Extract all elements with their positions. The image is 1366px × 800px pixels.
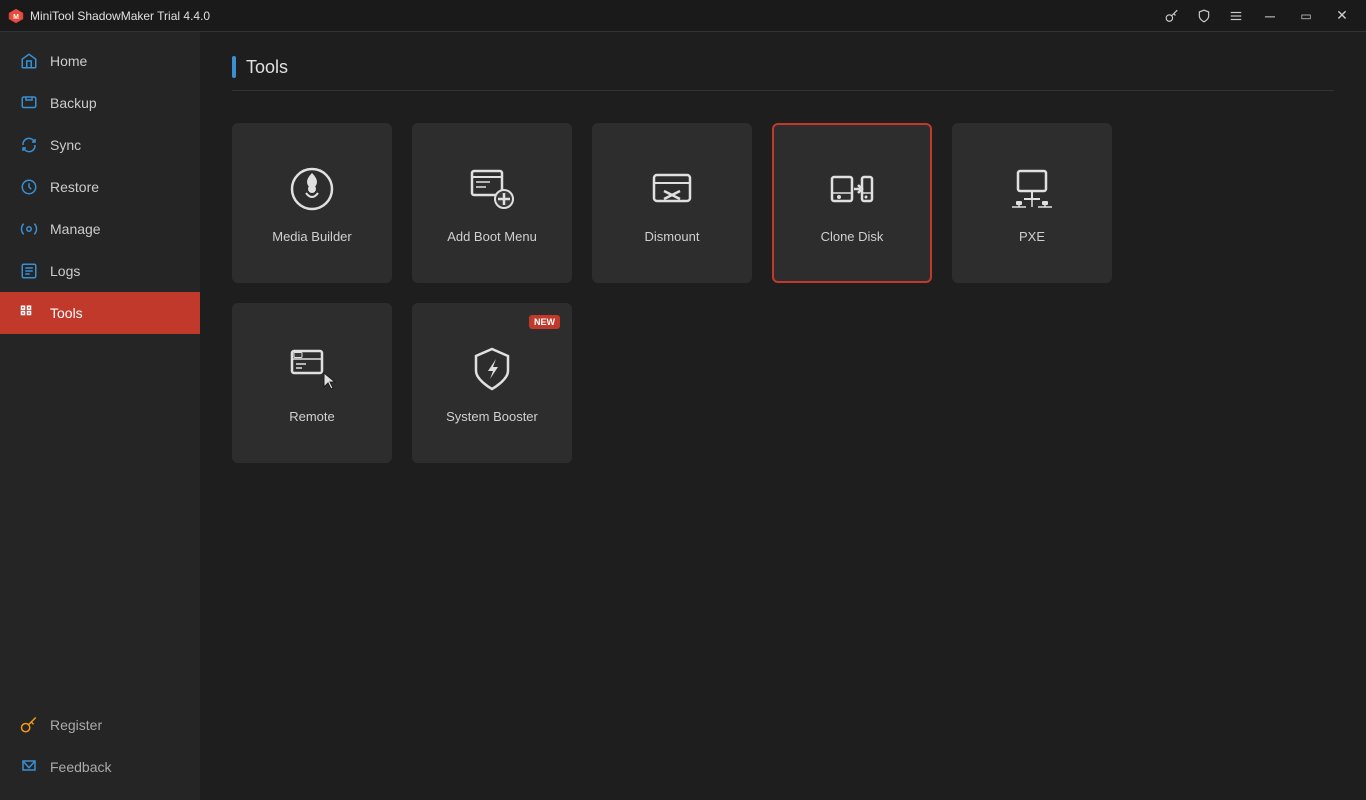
main-layout: Home Backup Sync Restore [0, 32, 1366, 800]
sidebar-item-logs[interactable]: Logs [0, 250, 200, 292]
sidebar-item-feedback[interactable]: Feedback [0, 746, 200, 788]
new-badge: NEW [529, 315, 560, 329]
logs-icon [20, 262, 38, 280]
sidebar-item-manage[interactable]: Manage [0, 208, 200, 250]
tool-card-remote[interactable]: Remote [232, 303, 392, 463]
maximize-button[interactable]: ▭ [1290, 4, 1322, 28]
tool-card-add-boot-menu[interactable]: Add Boot Menu [412, 123, 572, 283]
close-button[interactable]: ✕ [1326, 4, 1358, 28]
manage-icon [20, 220, 38, 238]
sidebar-item-register-label: Register [50, 717, 102, 733]
sidebar: Home Backup Sync Restore [0, 32, 200, 800]
sidebar-item-feedback-label: Feedback [50, 759, 111, 775]
sidebar-item-restore[interactable]: Restore [0, 166, 200, 208]
clone-disk-icon [826, 163, 878, 215]
svg-text:M: M [13, 14, 19, 21]
page-title-row: Tools [232, 56, 1334, 91]
sidebar-bottom: Register Feedback [0, 704, 200, 800]
pxe-label: PXE [1019, 229, 1045, 244]
sidebar-item-manage-label: Manage [50, 221, 101, 237]
tool-card-dismount[interactable]: Dismount [592, 123, 752, 283]
system-booster-label: System Booster [446, 409, 538, 424]
app-logo: M MiniTool ShadowMaker Trial 4.4.0 [8, 8, 210, 24]
media-builder-icon [286, 163, 338, 215]
key-icon-btn[interactable] [1158, 4, 1186, 28]
sidebar-item-backup[interactable]: Backup [0, 82, 200, 124]
tool-card-clone-disk[interactable]: Clone Disk [772, 123, 932, 283]
sidebar-item-tools-label: Tools [50, 305, 83, 321]
remote-label: Remote [289, 409, 335, 424]
sidebar-nav: Home Backup Sync Restore [0, 32, 200, 704]
title-bar: M MiniTool ShadowMaker Trial 4.4.0 ─ ▭ ✕ [0, 0, 1366, 32]
clone-disk-label: Clone Disk [821, 229, 884, 244]
pxe-icon [1006, 163, 1058, 215]
app-logo-icon: M [8, 8, 24, 24]
backup-icon [20, 94, 38, 112]
register-icon [20, 716, 38, 734]
dismount-label: Dismount [645, 229, 700, 244]
minimize-button[interactable]: ─ [1254, 4, 1286, 28]
dismount-icon [646, 163, 698, 215]
window-controls: ─ ▭ ✕ [1158, 4, 1358, 28]
app-title: MiniTool ShadowMaker Trial 4.4.0 [30, 9, 210, 23]
sidebar-item-sync[interactable]: Sync [0, 124, 200, 166]
page-title: Tools [246, 57, 288, 78]
tools-icon [20, 304, 38, 322]
tool-card-system-booster[interactable]: NEW System Booster [412, 303, 572, 463]
sidebar-item-backup-label: Backup [50, 95, 97, 111]
content-area: Tools Media Builder [200, 32, 1366, 800]
sidebar-item-register[interactable]: Register [0, 704, 200, 746]
add-boot-menu-icon [466, 163, 518, 215]
tool-card-pxe[interactable]: PXE [952, 123, 1112, 283]
tools-grid: Media Builder Add Boot Menu [232, 123, 1334, 463]
home-icon [20, 52, 38, 70]
menu-icon-btn[interactable] [1222, 4, 1250, 28]
system-booster-icon [466, 343, 518, 395]
media-builder-label: Media Builder [272, 229, 352, 244]
sidebar-item-logs-label: Logs [50, 263, 80, 279]
sidebar-item-restore-label: Restore [50, 179, 99, 195]
sidebar-item-home[interactable]: Home [0, 40, 200, 82]
remote-icon [286, 343, 338, 395]
restore-icon [20, 178, 38, 196]
sync-icon [20, 136, 38, 154]
tool-card-media-builder[interactable]: Media Builder [232, 123, 392, 283]
shield-icon-btn[interactable] [1190, 4, 1218, 28]
sidebar-item-sync-label: Sync [50, 137, 81, 153]
page-title-accent [232, 56, 236, 78]
feedback-icon [20, 758, 38, 776]
sidebar-item-home-label: Home [50, 53, 87, 69]
add-boot-menu-label: Add Boot Menu [447, 229, 537, 244]
sidebar-item-tools[interactable]: Tools [0, 292, 200, 334]
